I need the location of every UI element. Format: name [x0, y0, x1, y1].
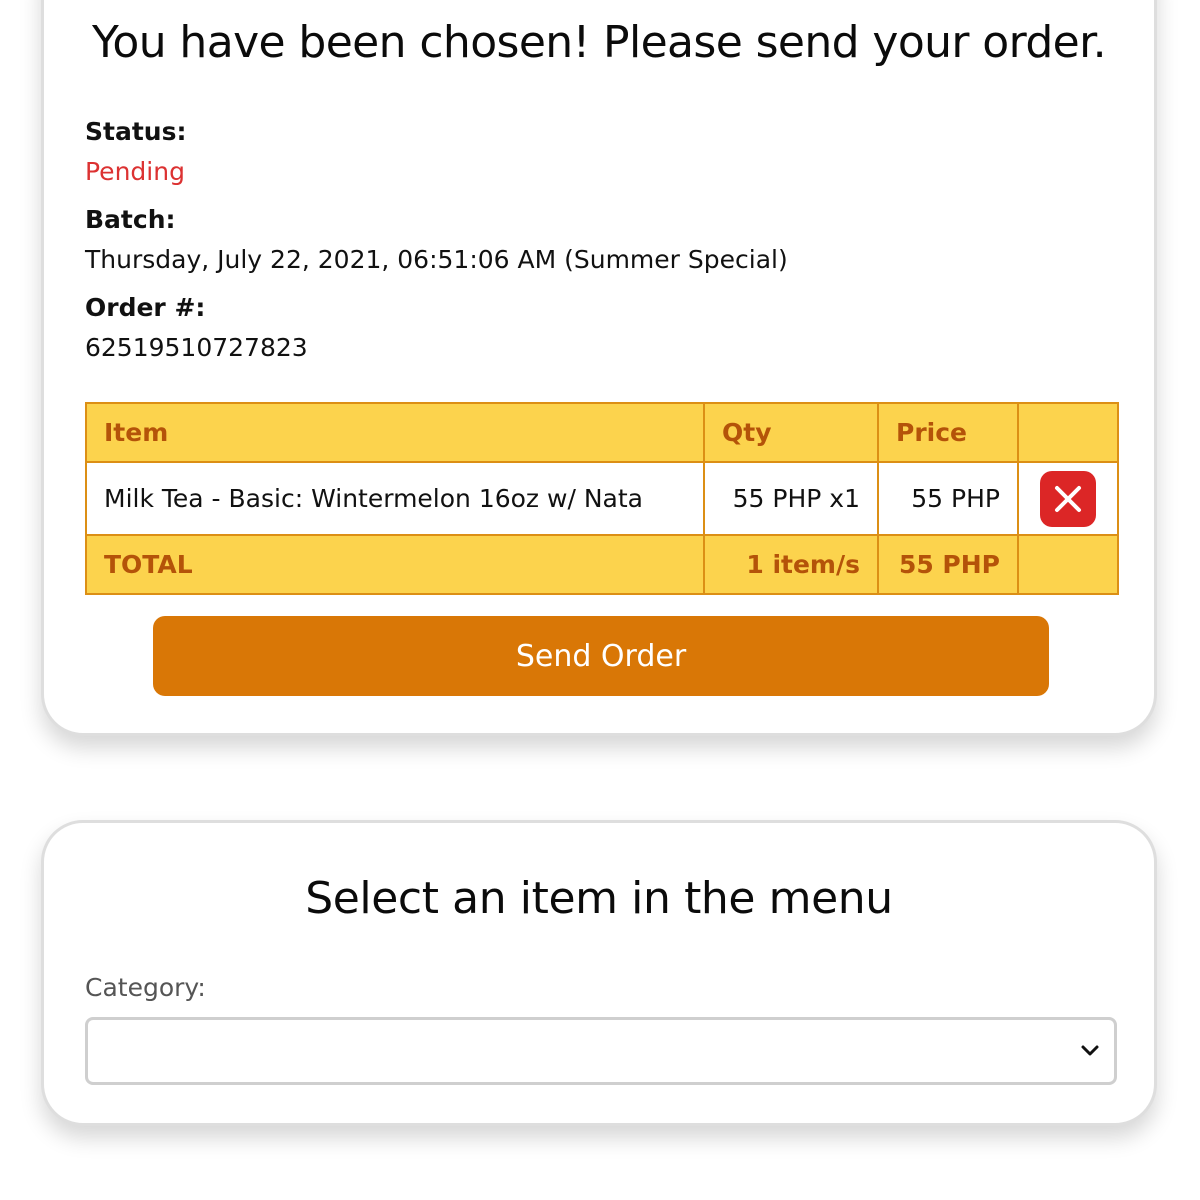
row-item: Milk Tea - Basic: Wintermelon 16oz w/ Na…	[85, 461, 705, 536]
table-header-row: Item Qty Price	[85, 402, 1119, 463]
remove-item-button[interactable]	[1040, 470, 1096, 527]
menu-card: Select an item in the menu Category:	[41, 820, 1157, 1126]
category-label: Category:	[85, 973, 206, 1002]
status-value: Pending	[85, 157, 185, 186]
order-number-value: 62519510727823	[85, 333, 308, 362]
header-price: Price	[877, 402, 1019, 463]
total-label: TOTAL	[85, 534, 705, 595]
category-select[interactable]	[85, 1017, 1117, 1085]
header-qty: Qty	[703, 402, 879, 463]
order-card: You have been chosen! Please send your o…	[41, 0, 1157, 736]
total-price: 55 PHP	[877, 534, 1019, 595]
chevron-down-icon	[1081, 1045, 1099, 1056]
menu-title: Select an item in the menu	[305, 873, 893, 924]
table-total-row: TOTAL 1 item/s 55 PHP	[85, 534, 1119, 595]
header-item: Item	[85, 402, 705, 463]
header-actions	[1017, 402, 1119, 463]
batch-value: Thursday, July 22, 2021, 06:51:06 AM (Su…	[85, 245, 788, 274]
batch-label: Batch:	[85, 205, 176, 234]
close-icon	[1055, 485, 1081, 512]
order-table: Item Qty Price Milk Tea - Basic: Winterm…	[85, 402, 1119, 595]
order-number-label: Order #:	[85, 293, 206, 322]
total-empty	[1017, 534, 1119, 595]
order-title: You have been chosen! Please send your o…	[92, 17, 1107, 68]
send-order-button[interactable]: Send Order	[153, 616, 1049, 696]
row-price: 55 PHP	[877, 461, 1019, 536]
table-row: Milk Tea - Basic: Wintermelon 16oz w/ Na…	[85, 461, 1119, 536]
status-label: Status:	[85, 117, 187, 146]
total-qty: 1 item/s	[703, 534, 879, 595]
row-actions	[1017, 461, 1119, 536]
row-qty: 55 PHP x1	[703, 461, 879, 536]
